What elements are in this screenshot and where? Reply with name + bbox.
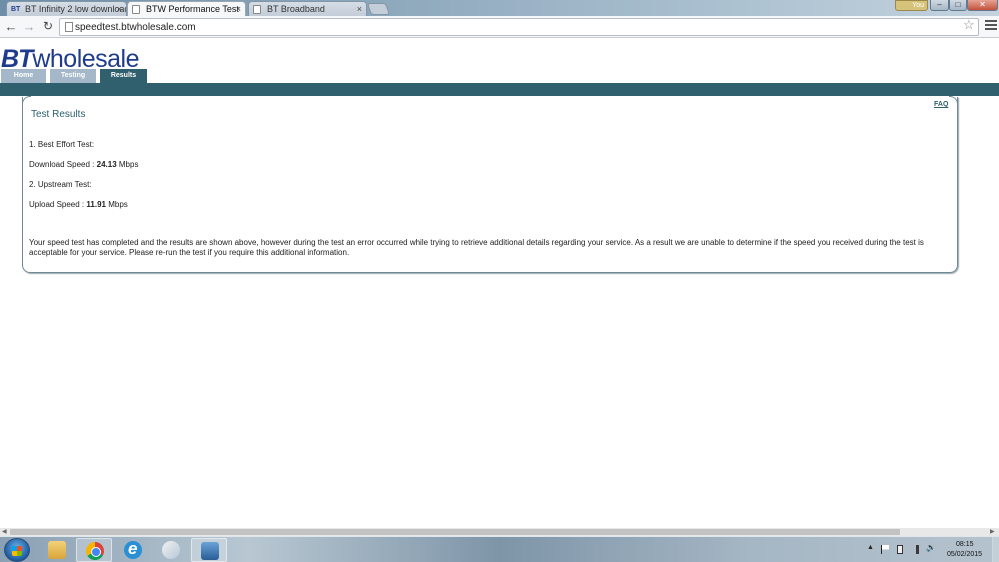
chrome-menu-icon[interactable] — [985, 18, 997, 32]
close-icon[interactable]: × — [117, 2, 122, 16]
browser-title-bar: BT BT Infinity 2 low download × BTW Perf… — [0, 0, 999, 16]
taskbar-network-app[interactable] — [191, 538, 227, 562]
download-unit: Mbps — [118, 160, 139, 169]
minimize-button[interactable]: – — [930, 0, 949, 11]
upstream-heading: 2. Upstream Test: — [29, 180, 92, 189]
url-input[interactable] — [75, 20, 955, 34]
test-results-panel: FAQ Test Results 1. Best Effort Test: Do… — [22, 96, 958, 273]
tab-title: BTW Performance Test — [146, 4, 239, 14]
tab-title: BT Infinity 2 low download — [25, 4, 127, 14]
bt-favicon-icon: BT — [11, 6, 21, 13]
forward-arrow-icon[interactable]: → — [21, 19, 37, 35]
battery-icon[interactable] — [897, 545, 903, 554]
taskbar-explorer[interactable] — [39, 538, 75, 562]
taskbar-paint[interactable] — [153, 538, 189, 562]
back-arrow-icon[interactable]: ← — [3, 19, 19, 35]
upload-unit: Mbps — [108, 200, 128, 209]
address-bar[interactable] — [59, 18, 979, 36]
results-message: Your speed test has completed and the re… — [29, 238, 924, 257]
volume-icon[interactable]: 🔊 — [926, 543, 936, 552]
tab-title: BT Broadband — [267, 4, 325, 14]
new-tab-button[interactable] — [366, 3, 391, 15]
network-icon — [201, 542, 219, 560]
scroll-right-icon[interactable]: ▶ — [990, 528, 995, 535]
paint-icon — [162, 541, 180, 559]
profile-name: You — [912, 2, 924, 9]
tray-expand-icon[interactable]: ▲ — [867, 544, 874, 551]
action-center-flag-icon[interactable] — [881, 545, 889, 554]
download-speed-line: Download Speed : 24.13 Mbps — [29, 160, 138, 169]
reload-icon[interactable]: ↻ — [40, 19, 56, 35]
windows-logo-icon — [12, 546, 22, 556]
download-value: 24.13 — [96, 160, 117, 169]
scroll-left-icon[interactable]: ◀ — [2, 528, 7, 535]
window-close-button[interactable]: ✕ — [967, 0, 998, 11]
start-button[interactable] — [4, 538, 30, 562]
faq-link[interactable]: FAQ — [934, 101, 948, 108]
folder-icon — [48, 541, 66, 559]
internet-explorer-icon — [124, 539, 142, 559]
clock-date[interactable]: 05/02/2015 — [947, 551, 982, 558]
upload-speed-line: Upload Speed : 11.91 Mbps — [29, 200, 128, 209]
upload-value: 11.91 — [86, 200, 106, 209]
maximize-button[interactable]: □ — [949, 0, 967, 11]
page-icon — [253, 5, 261, 14]
taskbar-chrome[interactable] — [76, 538, 112, 562]
browser-toolbar: ← → ↻ — [0, 16, 999, 38]
scrollbar-thumb[interactable] — [10, 529, 900, 535]
bookmark-star-icon[interactable]: ☆ — [963, 17, 975, 33]
page-icon — [132, 5, 140, 14]
results-title: Test Results — [31, 109, 86, 120]
page-icon — [65, 22, 73, 32]
close-icon[interactable]: × — [236, 2, 241, 16]
nav-tab-testing[interactable]: Testing — [50, 69, 96, 83]
show-desktop-button[interactable] — [992, 537, 999, 562]
header-bar — [0, 83, 999, 96]
taskbar-internet-explorer[interactable] — [115, 538, 151, 562]
best-effort-heading: 1. Best Effort Test: — [29, 140, 95, 149]
windows-taskbar: ▲ 🔊 08:15 05/02/2015 — [0, 536, 999, 562]
signal-icon[interactable] — [911, 545, 919, 554]
clock-time[interactable]: 08:15 — [956, 541, 974, 548]
profile-button[interactable]: You — [895, 0, 928, 11]
nav-tab-home[interactable]: Home — [1, 69, 46, 83]
upload-label: Upload Speed : — [29, 200, 85, 209]
tab-btw-performance-test[interactable]: BTW Performance Test × — [127, 1, 246, 16]
download-label: Download Speed : — [29, 160, 95, 169]
tab-bt-broadband[interactable]: BT Broadband × — [248, 1, 367, 16]
horizontal-scrollbar[interactable]: ◀ ▶ — [0, 528, 999, 536]
close-icon[interactable]: × — [357, 2, 362, 16]
tab-bt-infinity[interactable]: BT BT Infinity 2 low download × — [6, 1, 127, 16]
nav-tab-results[interactable]: Results — [100, 69, 147, 83]
chrome-icon — [86, 542, 104, 560]
